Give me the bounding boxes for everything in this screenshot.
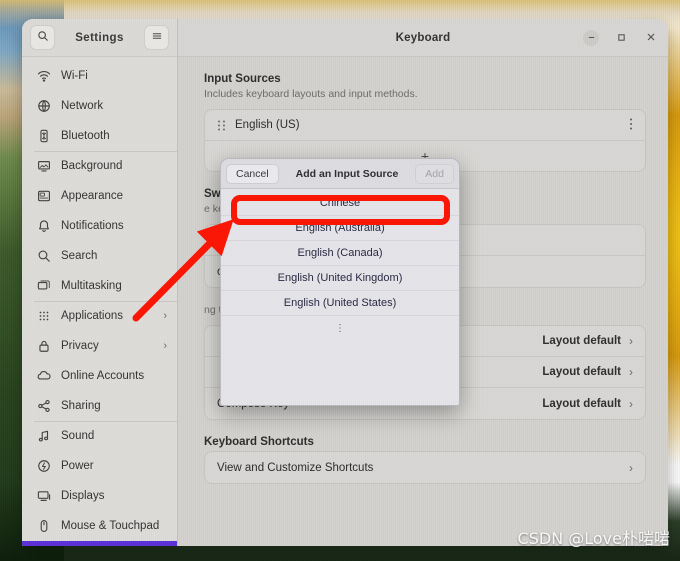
sidebar-item-label: Background <box>61 160 123 172</box>
dialog-header: Cancel Add an Input Source Add <box>221 159 459 189</box>
settings-sidebar: Settings Wi-Fi Network Bluetooth Background… <box>22 19 178 546</box>
row-value: Layout default <box>542 366 621 378</box>
sidebar-item-power[interactable]: Power <box>22 451 177 481</box>
row-value: Layout default <box>542 335 621 347</box>
hamburger-menu-icon <box>151 29 163 47</box>
sidebar-item-online-accounts[interactable]: Online Accounts <box>22 361 177 391</box>
input-source-option[interactable]: English (Canada) <box>221 241 459 266</box>
sidebar-item-label: Appearance <box>61 190 124 202</box>
search-icon <box>36 249 51 264</box>
sidebar-item-mouse-touchpad[interactable]: Mouse & Touchpad <box>22 511 177 541</box>
sidebar-item-label: Bluetooth <box>61 130 110 142</box>
sidebar-header: Settings <box>22 19 177 57</box>
sidebar-item-label: Mouse & Touchpad <box>61 520 160 532</box>
music-note-icon <box>36 429 51 444</box>
chevron-right-icon: › <box>163 310 167 322</box>
more-options-row[interactable]: ⋮ <box>221 316 459 341</box>
drag-handle-icon[interactable] <box>217 119 226 132</box>
power-battery-icon <box>36 459 51 474</box>
sidebar-item-label: Wi-Fi <box>61 70 88 82</box>
sidebar-item-label: Online Accounts <box>61 370 145 382</box>
main-menu-button[interactable] <box>144 25 169 50</box>
lock-icon <box>36 339 51 354</box>
input-source-name: English (US) <box>235 119 300 131</box>
minimize-icon <box>587 29 596 47</box>
sidebar-item-applications[interactable]: Applications › <box>22 301 177 331</box>
view-customize-shortcuts-row[interactable]: View and Customize Shortcuts › <box>205 452 645 483</box>
chevron-right-icon: › <box>163 340 167 352</box>
sidebar-item-background[interactable]: Background <box>22 151 177 181</box>
minimize-button[interactable] <box>583 29 599 47</box>
maximize-button[interactable] <box>613 30 629 46</box>
chevron-right-icon: › <box>629 460 633 475</box>
sidebar-item-network[interactable]: Network <box>22 91 177 121</box>
cloud-icon <box>36 369 51 384</box>
sidebar-item-label: Power <box>61 460 94 472</box>
wifi-icon <box>36 69 51 84</box>
search-icon <box>37 29 49 47</box>
table-row[interactable]: English (US) <box>205 110 645 141</box>
desktop-wallpaper: Settings Wi-Fi Network Bluetooth Background… <box>0 0 680 561</box>
appearance-icon <box>36 189 51 204</box>
sidebar-item-label: Displays <box>61 490 105 502</box>
window-controls <box>583 29 659 47</box>
sidebar-item-label: Sharing <box>61 400 101 412</box>
sidebar-item-sound[interactable]: Sound <box>22 421 177 451</box>
sidebar-item-displays[interactable]: Displays <box>22 481 177 511</box>
dialog-title: Add an Input Source <box>295 167 399 180</box>
window-titlebar: Keyboard <box>178 19 668 57</box>
sidebar-item-label: Network <box>61 100 104 112</box>
sidebar-item-wi-fi[interactable]: Wi-Fi <box>22 61 177 91</box>
keyboard-shortcuts-heading: Keyboard Shortcuts <box>204 436 314 448</box>
sidebar-item-bluetooth[interactable]: Bluetooth <box>22 121 177 152</box>
watermark-text: CSDN @Love朴啱啱 <box>517 529 670 548</box>
display-monitor-icon <box>36 489 51 504</box>
add-input-source-dialog: Cancel Add an Input Source Add Chinese En… <box>220 158 460 406</box>
sidebar-item-sharing[interactable]: Sharing <box>22 391 177 422</box>
bell-icon <box>36 219 51 234</box>
sidebar-item-label: Search <box>61 250 98 262</box>
chevron-right-icon: › <box>629 396 633 411</box>
sidebar-item-label: Notifications <box>61 220 124 232</box>
more-options-icon[interactable] <box>629 117 633 134</box>
row-label: View and Customize Shortcuts <box>217 461 374 474</box>
input-source-option[interactable]: English (United States) <box>221 291 459 316</box>
input-source-option[interactable]: English (United Kingdom) <box>221 266 459 291</box>
sidebar-item-label: Sound <box>61 430 95 442</box>
add-button[interactable]: Add <box>415 163 454 184</box>
sidebar-item-keyboard[interactable]: Keyboard <box>22 541 177 546</box>
sidebar-item-label: Privacy <box>61 340 99 352</box>
close-icon <box>646 29 656 47</box>
share-nodes-icon <box>36 399 51 414</box>
bluetooth-icon <box>36 129 51 144</box>
input-source-option[interactable]: Chinese <box>221 191 459 216</box>
input-source-option[interactable]: English (Australia) <box>221 216 459 241</box>
chevron-right-icon: › <box>629 334 633 348</box>
input-source-option-list: Chinese English (Australia) English (Canad… <box>221 189 459 405</box>
network-globe-icon <box>36 99 51 114</box>
sidebar-item-notifications[interactable]: Notifications <box>22 211 177 241</box>
maximize-icon <box>617 29 626 47</box>
multitasking-windows-icon <box>36 279 51 294</box>
sidebar-item-search[interactable]: Search <box>22 241 177 271</box>
close-button[interactable] <box>643 30 659 46</box>
search-button[interactable] <box>30 25 55 50</box>
sidebar-item-privacy[interactable]: Privacy › <box>22 331 177 361</box>
keyboard-shortcuts-card: View and Customize Shortcuts › <box>204 451 646 484</box>
input-sources-subtitle: Includes keyboard layouts and input meth… <box>204 88 418 100</box>
sidebar-title: Settings <box>75 31 124 44</box>
background-image-icon <box>36 159 51 174</box>
cancel-button[interactable]: Cancel <box>226 163 279 184</box>
sidebar-item-multitasking[interactable]: Multitasking <box>22 271 177 302</box>
chevron-right-icon: › <box>629 365 633 379</box>
mouse-icon <box>36 519 51 534</box>
sidebar-item-list: Wi-Fi Network Bluetooth Background Appearanc… <box>22 57 177 546</box>
sidebar-item-appearance[interactable]: Appearance <box>22 181 177 211</box>
input-sources-heading: Input Sources <box>204 73 281 85</box>
sidebar-item-label: Applications <box>61 310 124 322</box>
applications-grid-icon <box>36 309 51 324</box>
sidebar-item-label: Multitasking <box>61 280 122 292</box>
compose-key-value: Layout default <box>542 397 621 410</box>
